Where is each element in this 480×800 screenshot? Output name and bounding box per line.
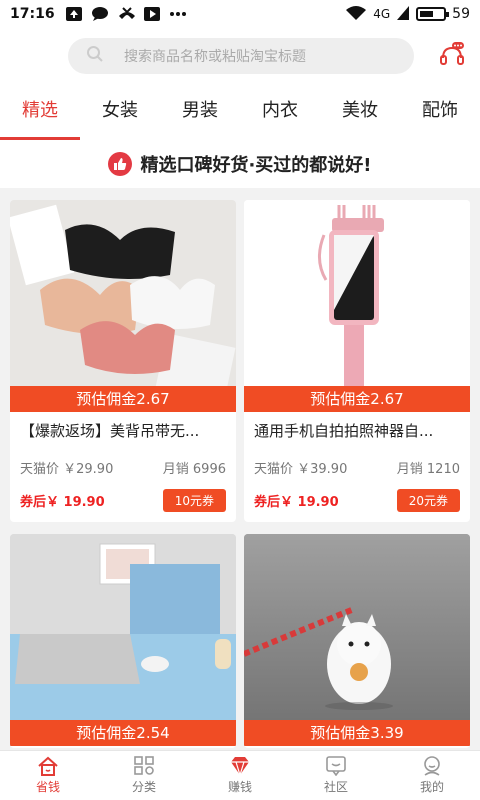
nav-label: 分类: [131, 780, 156, 794]
more-dots-icon: [169, 6, 187, 22]
category-tabs: 精选 女装 男装 内衣 美妆 配饰: [0, 88, 480, 140]
video-icon: [143, 6, 161, 22]
wifi-icon: [345, 5, 367, 24]
product-image-selfie-stick: 预估佣金2.67: [244, 200, 470, 412]
header: 搜索商品名称或粘贴淘宝标题: [0, 28, 480, 88]
product-image-bras: 预估佣金2.67: [10, 200, 236, 412]
nav-community[interactable]: 社区: [288, 751, 384, 800]
customer-service-icon[interactable]: [438, 42, 466, 70]
product-title: 通用手机自拍拍照神器自...: [254, 422, 434, 440]
search-icon: [86, 45, 104, 67]
thumbs-up-icon: [108, 152, 133, 176]
product-card[interactable]: 预估佣金2.67 【爆款返场】美背吊带无... 天猫价 ￥29.90 月销 69…: [10, 200, 236, 522]
after-coupon-price: 券后￥ 19.90: [20, 495, 105, 510]
product-card[interactable]: 预估佣金3.39: [244, 534, 470, 748]
battery-level: 59: [452, 6, 470, 22]
banner-text: 精选口碑好货·买过的都说好!: [140, 155, 372, 176]
grid-icon: [134, 756, 154, 775]
tab-underwear[interactable]: 内衣: [240, 88, 320, 140]
nav-label: 社区: [323, 780, 348, 794]
monthly-sales: 月销 1210: [396, 462, 460, 477]
commission-badge: 预估佣金2.67: [10, 386, 236, 412]
after-coupon-price: 券后￥ 19.90: [254, 495, 339, 510]
tmall-price: 天猫价 ￥39.90: [254, 462, 348, 477]
nav-categories[interactable]: 分类: [96, 751, 192, 800]
chat-icon: [326, 756, 346, 776]
product-title: 【爆款返场】美背吊带无...: [20, 422, 200, 440]
tab-womens-wear[interactable]: 女装: [80, 88, 160, 140]
tab-mens-wear[interactable]: 男装: [160, 88, 240, 140]
commission-badge: 预估佣金3.39: [244, 720, 470, 746]
status-bar: 17:16 4G 59: [0, 0, 480, 28]
product-card[interactable]: 预估佣金2.67 通用手机自拍拍照神器自... 天猫价 ￥39.90 月销 12…: [244, 200, 470, 522]
status-right: 4G 59: [345, 5, 470, 24]
nav-earn-money[interactable]: 赚钱: [192, 751, 288, 800]
upload-icon: [65, 6, 83, 22]
tmall-price: 天猫价 ￥29.90: [20, 462, 114, 477]
nav-label: 我的: [419, 780, 444, 794]
search-placeholder: 搜索商品名称或粘贴淘宝标题: [124, 49, 306, 65]
search-input[interactable]: 搜索商品名称或粘贴淘宝标题: [68, 38, 414, 74]
nav-label: 省钱: [35, 780, 60, 794]
tab-accessories[interactable]: 配饰: [400, 88, 480, 140]
commission-badge: 预估佣金2.54: [10, 720, 236, 746]
nav-profile[interactable]: 我的: [384, 751, 480, 800]
product-image-lucky-cat: 预估佣金3.39: [244, 534, 470, 746]
app-screen: 17:16 4G 59 搜索商品名称或粘贴淘宝标题 精选 女装 男装 内衣 美妆…: [0, 0, 480, 800]
coupon-button[interactable]: 10元券: [162, 489, 226, 512]
signal-icon: [396, 5, 410, 24]
nav-save-money[interactable]: 省钱: [0, 751, 96, 800]
coupon-button[interactable]: 20元券: [396, 489, 460, 512]
status-time: 17:16: [10, 6, 55, 22]
network-type: 4G: [373, 7, 391, 21]
user-icon: [424, 756, 440, 776]
missed-call-icon: [117, 6, 135, 22]
diamond-icon: [231, 757, 249, 776]
featured-banner: 精选口碑好货·买过的都说好!: [0, 140, 480, 188]
tab-featured[interactable]: 精选: [0, 88, 80, 140]
nav-label: 赚钱: [227, 780, 252, 794]
home-icon: [38, 756, 58, 776]
product-image-desk-mat: 预估佣金2.54: [10, 534, 236, 746]
tab-makeup[interactable]: 美妆: [320, 88, 400, 140]
bottom-nav: 省钱 分类 赚钱 社区 我的: [0, 750, 480, 800]
monthly-sales: 月销 6996: [162, 462, 226, 477]
product-card[interactable]: 预估佣金2.54: [10, 534, 236, 748]
battery-fill: [420, 11, 434, 17]
battery-icon: [416, 7, 450, 21]
commission-badge: 预估佣金2.67: [244, 386, 470, 412]
message-icon: [91, 6, 109, 22]
